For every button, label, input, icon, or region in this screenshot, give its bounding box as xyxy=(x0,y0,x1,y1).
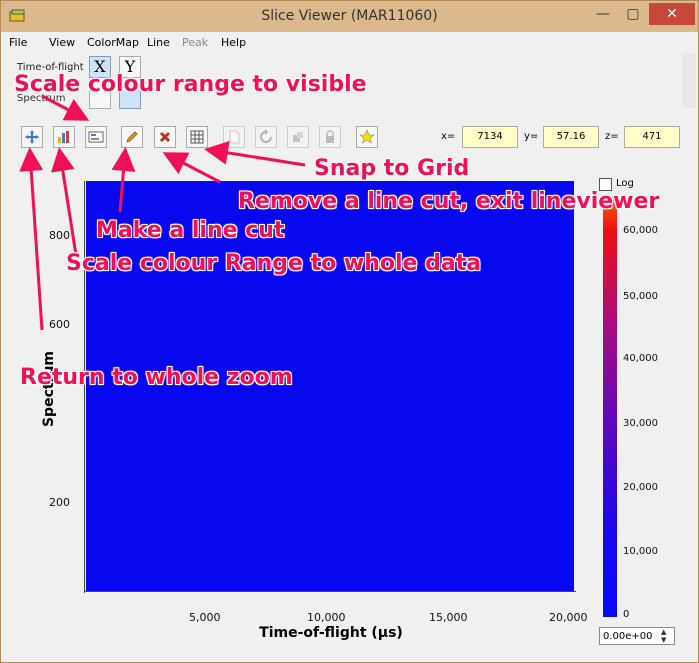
annotation-line-cut: Make a line cut xyxy=(96,218,285,243)
arrow-remove-cut xyxy=(162,152,221,184)
arrow-line-cut xyxy=(111,147,136,213)
arrow-zoom-full xyxy=(19,147,44,331)
annotation-zoom-full: Return to whole zoom xyxy=(20,365,293,390)
arrow-scale-full xyxy=(50,147,78,256)
arrow-snap-grid xyxy=(204,140,306,167)
annotation-remove-cut: Remove a line cut, exit lineviewer xyxy=(238,189,660,214)
annotation-scale-full: Scale colour Range to whole data xyxy=(66,251,482,276)
arrow-scale-visible xyxy=(41,94,90,121)
annotation-scale-visible: Scale colour range to visible xyxy=(14,72,367,97)
annotation-snap-grid: Snap to Grid xyxy=(314,156,470,181)
annotation-arrows xyxy=(19,94,306,331)
